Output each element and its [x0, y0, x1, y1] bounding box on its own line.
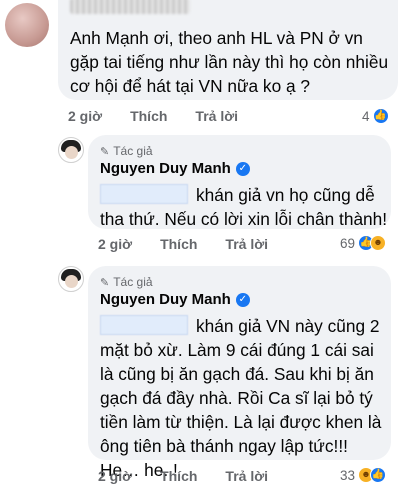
like-icon: 👍: [370, 467, 387, 483]
reply-actions: 2 giờ Thích Trả lời: [98, 236, 268, 252]
reply-bubble: ✎ Tác giả Nguyen Duy Manh ✓ khán giả vn …: [88, 135, 391, 229]
comment-text: Anh Mạnh ơi, theo anh HL và PN ở vn gặp …: [70, 28, 389, 96]
pen-icon: ✎: [100, 276, 110, 289]
author-badge: ✎ Tác giả: [100, 144, 153, 158]
author-avatar[interactable]: [58, 137, 84, 163]
reaction-count: 69: [340, 235, 356, 251]
reply-text: khán giả VN này cũng 2 mặt bỏ xừ. Làm 9 …: [100, 314, 390, 482]
reply-time[interactable]: 2 giờ: [98, 236, 132, 252]
like-icon: 👍: [372, 108, 389, 124]
blurred-mention[interactable]: [100, 184, 188, 204]
author-name[interactable]: Nguyen Duy Manh ✓: [100, 291, 250, 308]
reaction-summary[interactable]: 4 👍: [362, 108, 389, 124]
reaction-count: 4: [362, 108, 370, 124]
comment-actions: 2 giờ Thích Trả lời: [68, 108, 238, 124]
blurred-mention[interactable]: [100, 315, 188, 335]
reaction-count: 33: [340, 467, 356, 483]
reaction-summary[interactable]: 33 ☻ 👍: [340, 467, 387, 483]
haha-icon: ☻: [370, 235, 387, 251]
reply-button[interactable]: Trả lời: [225, 468, 268, 484]
author-badge-label: Tác giả: [113, 275, 153, 289]
author-badge-label: Tác giả: [113, 144, 153, 158]
author-badge: ✎ Tác giả: [100, 275, 153, 289]
verified-badge-icon: ✓: [235, 292, 250, 307]
like-button[interactable]: Thích: [160, 468, 197, 484]
author-name-text[interactable]: Nguyen Duy Manh: [100, 291, 231, 308]
reply-bubble: ✎ Tác giả Nguyen Duy Manh ✓ khán giả VN …: [88, 266, 391, 480]
author-avatar[interactable]: [58, 266, 84, 292]
pen-icon: ✎: [100, 145, 110, 158]
reply-time[interactable]: 2 giờ: [98, 468, 132, 484]
reply-text-body: khán giả VN này cũng 2 mặt bỏ xừ. Làm 9 …: [100, 316, 382, 480]
blurred-commenter-name: [70, 0, 190, 14]
like-button[interactable]: Thích: [160, 236, 197, 252]
reply-button[interactable]: Trả lời: [195, 108, 238, 124]
reply-text: khán giả vn họ cũng dễ tha thứ. Nếu có l…: [100, 183, 390, 231]
comment-time[interactable]: 2 giờ: [68, 108, 102, 124]
author-name-text[interactable]: Nguyen Duy Manh: [100, 160, 231, 177]
commenter-avatar[interactable]: [5, 3, 49, 47]
reaction-summary[interactable]: 69 👍 ☻: [340, 235, 387, 251]
reply-actions: 2 giờ Thích Trả lời: [98, 468, 268, 484]
author-name[interactable]: Nguyen Duy Manh ✓: [100, 160, 250, 177]
reply-button[interactable]: Trả lời: [225, 236, 268, 252]
comment-bubble: Anh Mạnh ơi, theo anh HL và PN ở vn gặp …: [58, 0, 398, 100]
verified-badge-icon: ✓: [235, 161, 250, 176]
like-button[interactable]: Thích: [130, 108, 167, 124]
